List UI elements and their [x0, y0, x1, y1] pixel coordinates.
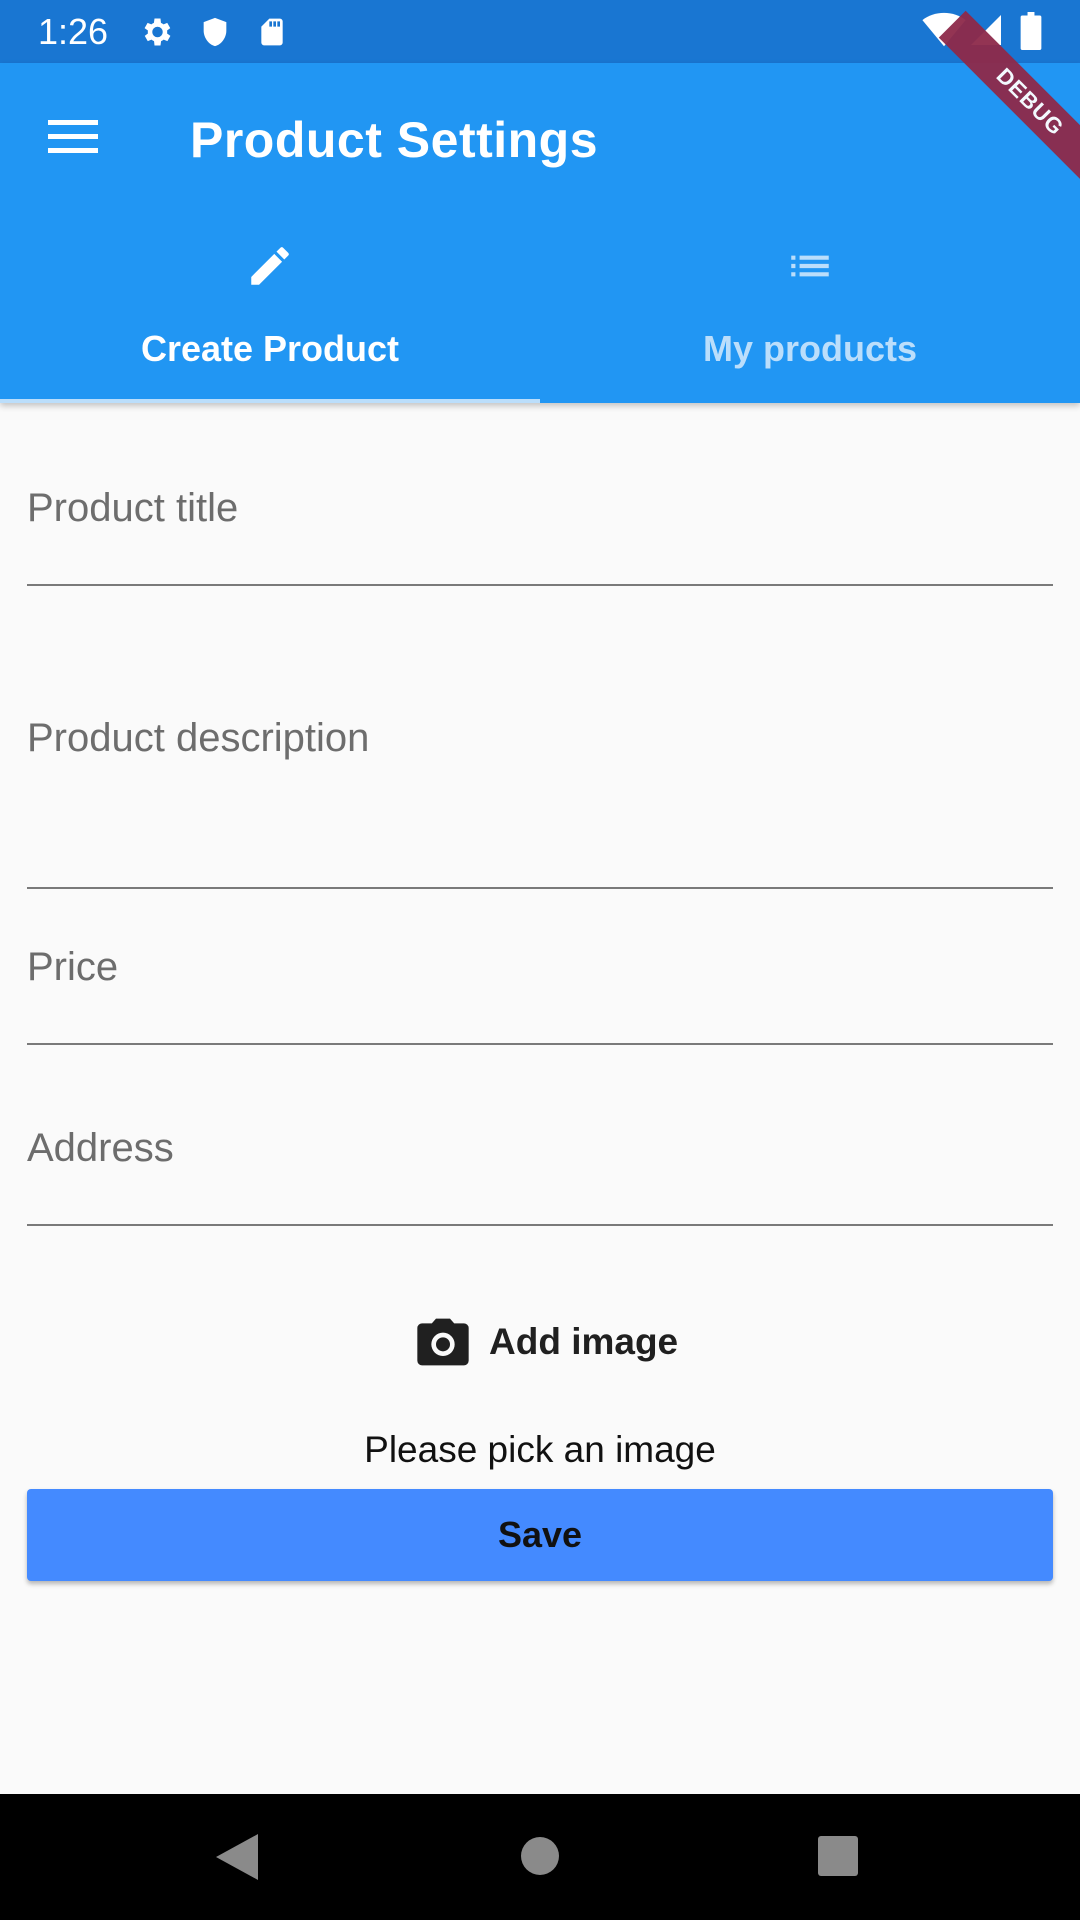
price-label: Price [27, 945, 119, 989]
address-label: Address [27, 1126, 174, 1170]
pencil-icon [245, 241, 295, 296]
tab-label-create-product: Create Product [140, 328, 400, 369]
camera-icon [415, 1316, 471, 1373]
address-field[interactable]: Address [27, 1110, 1053, 1230]
add-image-button[interactable]: Add image [415, 1312, 679, 1373]
tab-indicator [0, 399, 540, 403]
status-time: 1:26 [38, 11, 109, 52]
add-image-label: Add image [489, 1321, 679, 1362]
image-hint: Please pick an image [364, 1429, 716, 1470]
battery-icon [1020, 12, 1042, 55]
product-title-underline [27, 584, 1053, 586]
list-icon [785, 241, 835, 296]
page-title: Product Settings [190, 112, 599, 168]
price-underline [27, 1043, 1053, 1045]
nav-bar [0, 1794, 1080, 1920]
sd-card-icon [256, 14, 288, 55]
status-bar: 1:26 [0, 0, 1080, 63]
product-title-label: Product title [27, 486, 239, 530]
product-title-field[interactable]: Product title [27, 470, 1053, 590]
app-bar: Product Settings Create Product My produ… [0, 10, 1080, 403]
price-field[interactable]: Price [27, 930, 1053, 1048]
tab-my-products[interactable]: My products [540, 233, 1080, 403]
settings-icon [138, 14, 174, 55]
product-description-underline [27, 887, 1053, 889]
save-button-label: Save [497, 1514, 583, 1555]
home-icon[interactable] [520, 1836, 560, 1881]
recents-icon[interactable] [818, 1836, 858, 1881]
product-description-field[interactable]: Product description [27, 700, 1053, 892]
menu-icon[interactable] [48, 118, 98, 159]
back-icon[interactable] [216, 1834, 260, 1885]
shield-icon [198, 14, 232, 55]
address-underline [27, 1224, 1053, 1226]
tab-label-my-products: My products [702, 328, 917, 369]
tab-create-product[interactable]: Create Product [0, 233, 540, 403]
product-description-label: Product description [27, 716, 370, 760]
save-button[interactable]: Save [27, 1489, 1053, 1581]
